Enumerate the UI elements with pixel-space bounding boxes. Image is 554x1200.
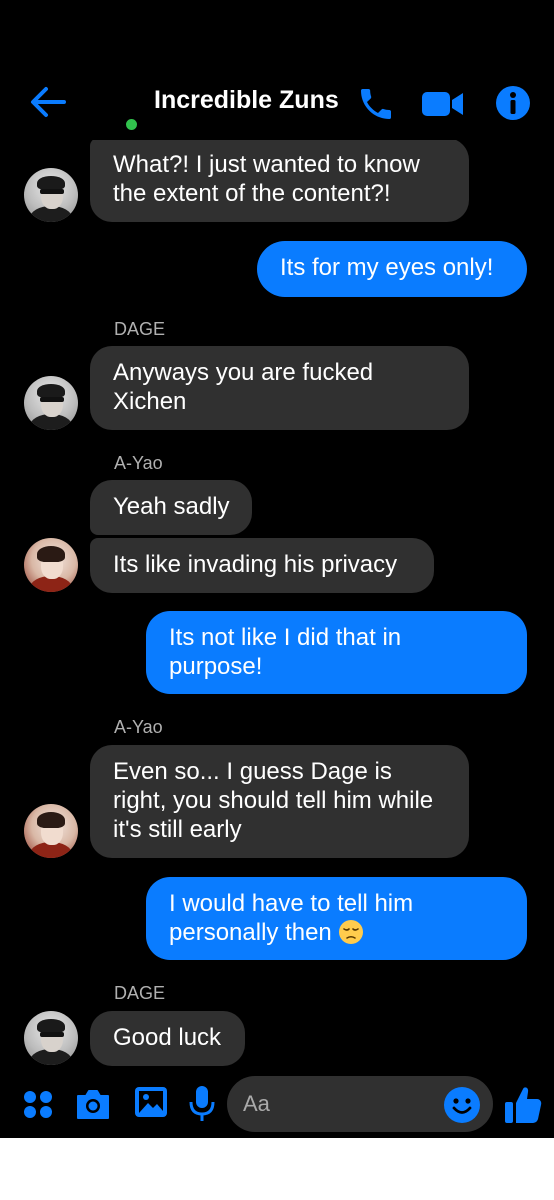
arrow-left-icon <box>31 87 66 117</box>
thumbs-up-icon <box>505 1087 542 1123</box>
chat-header: Incredible Zuns <box>0 70 554 140</box>
online-status-dot <box>124 117 139 132</box>
info-icon <box>496 86 530 120</box>
message-text: I would have to tell him personally then <box>169 890 414 946</box>
message-input[interactable]: Aa <box>227 1076 493 1132</box>
pensive-face-icon <box>339 920 364 944</box>
message-bubble-incoming[interactable]: Its like invading his privacy <box>90 538 434 593</box>
gallery-button[interactable] <box>133 1084 169 1120</box>
conversation-title[interactable]: Incredible Zuns <box>154 86 339 115</box>
sender-name: A-Yao <box>114 453 163 473</box>
voice-message-button[interactable] <box>188 1084 216 1124</box>
conversation-info-button[interactable] <box>494 84 532 122</box>
avatar-dage[interactable] <box>24 1011 78 1065</box>
message-bubble-outgoing[interactable]: Its for my eyes only! <box>257 241 527 297</box>
camera-button[interactable] <box>74 1086 112 1122</box>
sender-name: DAGE <box>114 983 166 1003</box>
sender-name: DAGE <box>114 319 166 339</box>
video-camera-icon <box>422 92 463 116</box>
message-bubble-incoming[interactable]: Yeah sadly <box>90 480 252 535</box>
message-bubble-incoming[interactable]: Good luck <box>90 1011 245 1066</box>
system-navigation-area <box>0 1138 554 1200</box>
voice-call-button[interactable] <box>356 84 396 124</box>
message-bubble-outgoing[interactable]: Its not like I did that in purpose! <box>146 611 527 694</box>
menu-dots-icon <box>24 1091 52 1118</box>
message-bubble-incoming[interactable]: What?! I just wanted to know the extent … <box>90 140 469 222</box>
sender-name: A-Yao <box>114 717 163 737</box>
image-icon <box>135 1087 167 1117</box>
message-bubble-incoming[interactable]: Even so... I guess Dage is right, you sh… <box>90 745 469 858</box>
like-button[interactable] <box>503 1084 543 1126</box>
message-bubble-outgoing[interactable]: I would have to tell him personally then <box>146 877 527 960</box>
message-bubble-incoming[interactable]: Anyways you are fucked Xichen <box>90 346 469 430</box>
video-call-button[interactable] <box>420 88 466 120</box>
back-button[interactable] <box>28 84 68 120</box>
message-list[interactable]: What?! I just wanted to know the extent … <box>0 140 554 1076</box>
chat-screen: Incredible Zuns What?! I just wanted to … <box>0 0 554 1138</box>
microphone-icon <box>189 1086 215 1121</box>
message-composer: Aa <box>0 1076 554 1138</box>
emoji-button[interactable] <box>443 1086 481 1124</box>
avatar-dage[interactable] <box>24 376 78 430</box>
emoji-icon <box>444 1087 480 1123</box>
avatar-a-yao[interactable] <box>24 538 78 592</box>
phone-icon <box>361 89 391 119</box>
avatar-a-yao[interactable] <box>24 804 78 858</box>
more-actions-button[interactable] <box>22 1088 54 1120</box>
avatar-dage[interactable] <box>24 168 78 222</box>
message-input-placeholder: Aa <box>243 1091 270 1116</box>
camera-icon <box>77 1090 109 1119</box>
